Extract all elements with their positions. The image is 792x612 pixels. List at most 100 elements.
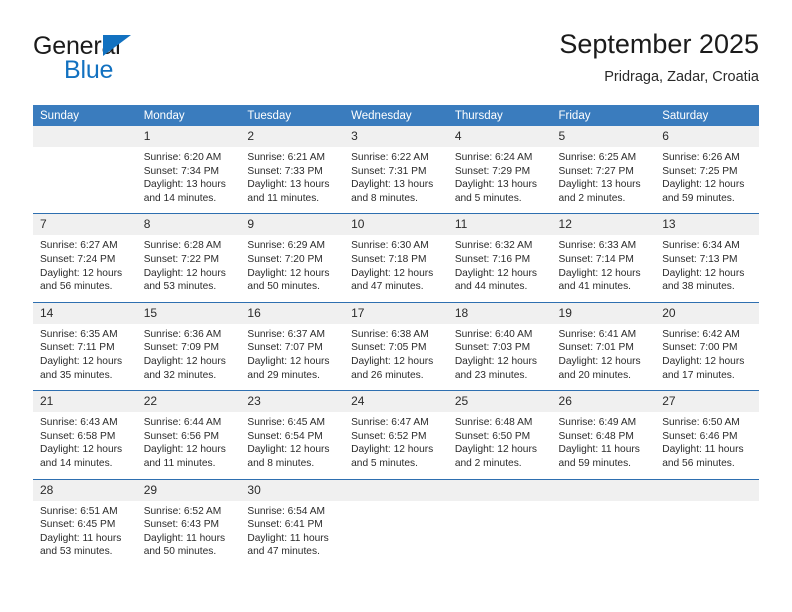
day-number: 25 xyxy=(447,391,552,413)
calendar-day-cell[interactable]: 1 Sunrise: 6:20 AM Sunset: 7:34 PM Daylight… xyxy=(136,126,241,215)
daylight-text-line2: and 50 minutes. xyxy=(247,281,320,293)
calendar-day-cell[interactable]: 25 Sunrise: 6:48 AM Sunset: 6:50 PM Dayligh… xyxy=(447,390,552,480)
day-number: 29 xyxy=(136,479,241,501)
calendar-day-cell[interactable]: 30 Sunrise: 6:54 AM Sunset: 6:41 PM Dayligh… xyxy=(240,479,345,567)
day-details: Sunrise: 6:49 AM Sunset: 6:48 PM Daylight:… xyxy=(552,412,656,478)
calendar-day-cell[interactable]: 11 Sunrise: 6:32 AM Sunset: 7:16 PM Dayligh… xyxy=(447,213,552,303)
calendar-day-cell[interactable]: 19 Sunrise: 6:41 AM Sunset: 7:01 PM Dayligh… xyxy=(551,302,656,392)
daylight-text-line2: and 44 minutes. xyxy=(454,281,528,293)
daylight-text-line1: Daylight: 13 hours xyxy=(143,179,226,191)
daylight-text-line1: Daylight: 12 hours xyxy=(558,355,641,367)
calendar-day-cell[interactable]: 20 Sunrise: 6:42 AM Sunset: 7:00 PM Dayligh… xyxy=(655,302,759,392)
daylight-text-line2: and 5 minutes. xyxy=(351,457,418,469)
daylight-text-line2: and 29 minutes. xyxy=(247,369,320,381)
day-number: 15 xyxy=(136,302,241,324)
sunset-text: Sunset: 7:31 PM xyxy=(351,165,427,177)
calendar-day-cell[interactable]: 21 Sunrise: 6:43 AM Sunset: 6:58 PM Dayligh… xyxy=(33,390,137,480)
daylight-text-line2: and 2 minutes. xyxy=(454,457,522,469)
day-number: 6 xyxy=(655,126,759,147)
day-number xyxy=(33,126,137,147)
calendar-cell-empty xyxy=(33,126,137,215)
calendar-day-cell[interactable]: 4 Sunrise: 6:24 AM Sunset: 7:29 PM Daylight… xyxy=(447,126,552,215)
day-number: 1 xyxy=(136,126,241,147)
calendar-day-cell[interactable]: 24 Sunrise: 6:47 AM Sunset: 6:52 PM Dayligh… xyxy=(344,390,448,480)
calendar-day-cell[interactable]: 6 Sunrise: 6:26 AM Sunset: 7:25 PM Daylight… xyxy=(655,126,759,215)
day-number: 28 xyxy=(33,479,137,501)
day-details: Sunrise: 6:43 AM Sunset: 6:58 PM Daylight:… xyxy=(33,412,137,478)
day-number: 22 xyxy=(136,391,241,413)
calendar-day-cell[interactable]: 8 Sunrise: 6:28 AM Sunset: 7:22 PM Daylight… xyxy=(136,213,241,303)
sunrise-text: Sunrise: 6:54 AM xyxy=(247,505,325,517)
sunset-text: Sunset: 7:05 PM xyxy=(351,342,427,354)
daylight-text-line1: Daylight: 12 hours xyxy=(351,267,434,279)
page-title: September 2025 xyxy=(559,29,759,59)
sunset-text: Sunset: 6:48 PM xyxy=(558,430,634,442)
sunset-text: Sunset: 7:27 PM xyxy=(558,165,634,177)
daylight-text-line2: and 38 minutes. xyxy=(662,281,735,293)
calendar-day-cell[interactable]: 26 Sunrise: 6:49 AM Sunset: 6:48 PM Dayligh… xyxy=(551,390,656,480)
sunrise-text: Sunrise: 6:36 AM xyxy=(143,328,222,340)
daylight-text-line1: Daylight: 12 hours xyxy=(454,355,537,367)
day-details: Sunrise: 6:33 AM Sunset: 7:14 PM Daylight:… xyxy=(552,235,656,301)
sunset-text: Sunset: 7:03 PM xyxy=(454,342,531,354)
day-number: 3 xyxy=(344,126,448,147)
calendar-day-cell[interactable]: 12 Sunrise: 6:33 AM Sunset: 7:14 PM Dayligh… xyxy=(551,213,656,303)
calendar-day-cell[interactable]: 14 Sunrise: 6:35 AM Sunset: 7:11 PM Dayligh… xyxy=(33,302,137,392)
daylight-text-line2: and 14 minutes. xyxy=(143,192,217,204)
weekday-header-tuesday: Tuesday xyxy=(240,105,345,126)
daylight-text-line1: Daylight: 11 hours xyxy=(143,532,226,544)
calendar-day-cell[interactable]: 17 Sunrise: 6:38 AM Sunset: 7:05 PM Dayligh… xyxy=(344,302,448,392)
day-number xyxy=(655,479,759,501)
calendar-day-cell[interactable]: 3 Sunrise: 6:22 AM Sunset: 7:31 PM Daylight… xyxy=(344,126,448,215)
calendar-day-cell[interactable]: 18 Sunrise: 6:40 AM Sunset: 7:03 PM Dayligh… xyxy=(447,302,552,392)
calendar-day-cell[interactable]: 16 Sunrise: 6:37 AM Sunset: 7:07 PM Dayligh… xyxy=(240,302,345,392)
day-number: 7 xyxy=(33,214,137,236)
page-header: General Blue September 2025 Pridraga, Za… xyxy=(33,28,759,96)
daylight-text-line2: and 50 minutes. xyxy=(143,546,217,558)
sunset-text: Sunset: 6:58 PM xyxy=(40,430,116,442)
day-details: Sunrise: 6:22 AM Sunset: 7:31 PM Daylight:… xyxy=(344,147,448,213)
sunrise-text: Sunrise: 6:21 AM xyxy=(247,152,325,163)
weekday-header-wednesday: Wednesday xyxy=(344,105,448,126)
daylight-text-line2: and 53 minutes. xyxy=(143,281,217,293)
daylight-text-line1: Daylight: 12 hours xyxy=(662,179,745,191)
sunset-text: Sunset: 7:24 PM xyxy=(40,253,116,265)
calendar-day-cell[interactable]: 15 Sunrise: 6:36 AM Sunset: 7:09 PM Dayligh… xyxy=(136,302,241,392)
daylight-text-line1: Daylight: 12 hours xyxy=(558,267,641,279)
daylight-text-line2: and 47 minutes. xyxy=(351,281,424,293)
calendar-day-cell[interactable]: 28 Sunrise: 6:51 AM Sunset: 6:45 PM Dayligh… xyxy=(33,479,137,567)
day-details: Sunrise: 6:38 AM Sunset: 7:05 PM Daylight:… xyxy=(344,324,448,390)
sunrise-text: Sunrise: 6:42 AM xyxy=(662,328,740,340)
calendar-day-cell[interactable]: 23 Sunrise: 6:45 AM Sunset: 6:54 PM Dayligh… xyxy=(240,390,345,480)
sunrise-text: Sunrise: 6:33 AM xyxy=(558,240,637,252)
sunset-text: Sunset: 7:00 PM xyxy=(662,342,738,354)
daylight-text-line1: Daylight: 12 hours xyxy=(143,444,226,456)
day-details: Sunrise: 6:44 AM Sunset: 6:56 PM Daylight:… xyxy=(137,412,241,478)
calendar-day-cell[interactable]: 7 Sunrise: 6:27 AM Sunset: 7:24 PM Daylight… xyxy=(33,213,137,303)
calendar-day-cell[interactable]: 2 Sunrise: 6:21 AM Sunset: 7:33 PM Daylight… xyxy=(240,126,345,215)
calendar-day-cell[interactable]: 29 Sunrise: 6:52 AM Sunset: 6:43 PM Dayligh… xyxy=(136,479,241,567)
day-details: Sunrise: 6:29 AM Sunset: 7:20 PM Daylight:… xyxy=(240,235,344,301)
calendar-day-cell[interactable]: 13 Sunrise: 6:34 AM Sunset: 7:13 PM Dayligh… xyxy=(655,213,759,303)
sunrise-text: Sunrise: 6:26 AM xyxy=(662,152,740,163)
day-number: 10 xyxy=(344,214,448,236)
calendar-day-cell[interactable]: 9 Sunrise: 6:29 AM Sunset: 7:20 PM Daylight… xyxy=(240,213,345,303)
day-number: 14 xyxy=(33,302,137,324)
sunset-text: Sunset: 7:16 PM xyxy=(454,253,531,265)
daylight-text-line1: Daylight: 12 hours xyxy=(40,267,123,279)
calendar-day-cell[interactable]: 27 Sunrise: 6:50 AM Sunset: 6:46 PM Dayligh… xyxy=(655,390,759,480)
calendar-day-cell[interactable]: 5 Sunrise: 6:25 AM Sunset: 7:27 PM Daylight… xyxy=(551,126,656,215)
calendar-day-cell[interactable]: 10 Sunrise: 6:30 AM Sunset: 7:18 PM Dayligh… xyxy=(344,213,448,303)
calendar-week-row: 7 Sunrise: 6:27 AM Sunset: 7:24 PM Daylight… xyxy=(33,213,759,303)
calendar-cell-empty xyxy=(551,479,656,567)
generalblue-logo[interactable]: General Blue xyxy=(33,32,233,88)
daylight-text-line1: Daylight: 13 hours xyxy=(558,179,641,191)
daylight-text-line1: Daylight: 12 hours xyxy=(40,355,123,367)
calendar-day-cell[interactable]: 22 Sunrise: 6:44 AM Sunset: 6:56 PM Dayligh… xyxy=(136,390,241,480)
daylight-text-line2: and 2 minutes. xyxy=(558,192,626,204)
day-details: Sunrise: 6:52 AM Sunset: 6:43 PM Daylight:… xyxy=(137,501,241,567)
day-number: 26 xyxy=(551,391,656,413)
day-details: Sunrise: 6:41 AM Sunset: 7:01 PM Daylight:… xyxy=(552,324,656,390)
sunset-text: Sunset: 7:25 PM xyxy=(662,165,738,177)
sunrise-text: Sunrise: 6:25 AM xyxy=(558,152,637,163)
